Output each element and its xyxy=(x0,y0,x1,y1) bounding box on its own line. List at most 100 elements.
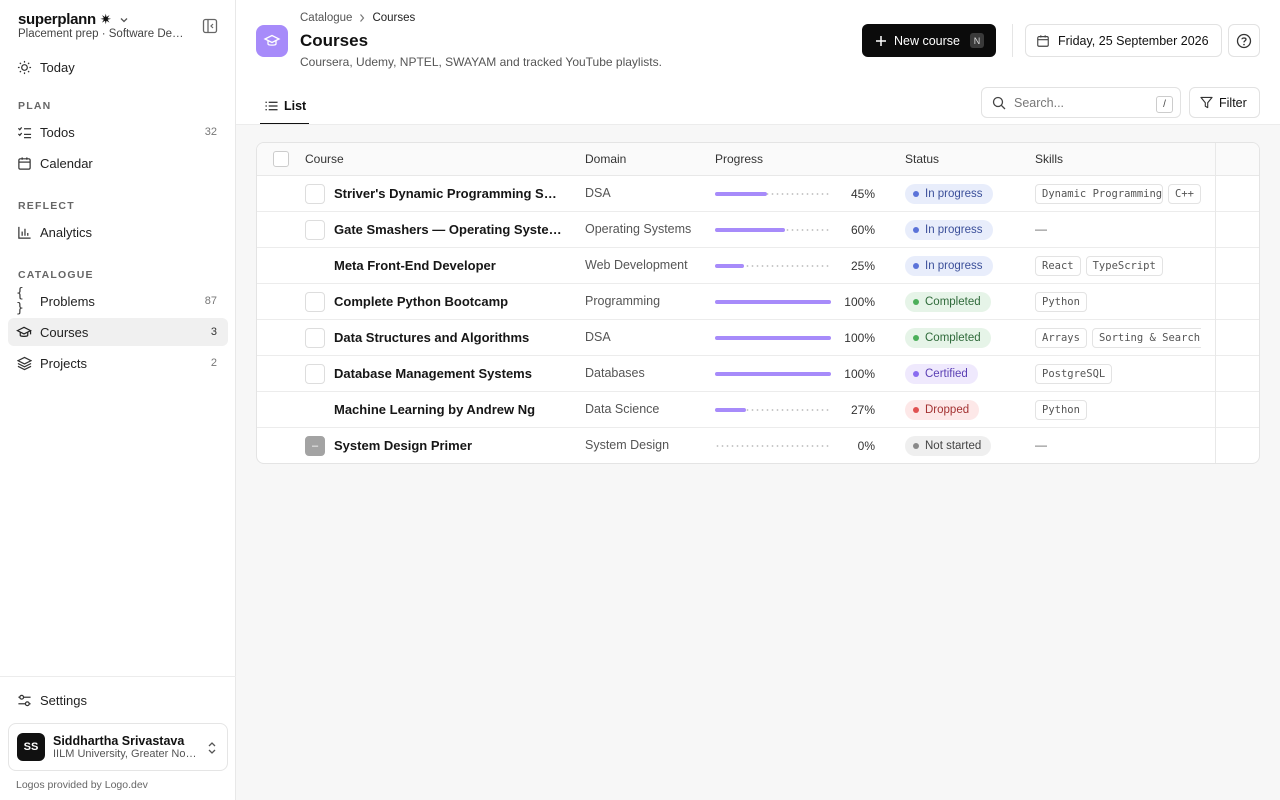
status-badge: In progress xyxy=(905,220,993,240)
progress-bar xyxy=(715,444,831,448)
table-row[interactable]: Data Structures and Algorithms DSA 100% Com… xyxy=(257,320,1259,356)
current-date: Friday, 25 September 2026 xyxy=(1058,33,1209,48)
status-label: In progress xyxy=(925,224,983,236)
skill-tag: Arrays xyxy=(1035,328,1087,348)
course-name[interactable]: Striver's Dynamic Programming Series xyxy=(334,186,562,201)
new-course-label: New course xyxy=(894,33,960,48)
graduation-cap-icon xyxy=(16,324,32,340)
progress-percent: 100% xyxy=(844,367,875,381)
sidebar-item-analytics[interactable]: Analytics xyxy=(8,218,228,246)
sidebar-item-courses[interactable]: Courses 3 xyxy=(8,318,228,346)
status-dot xyxy=(913,299,919,305)
count-badge: 32 xyxy=(204,126,217,138)
course-logo xyxy=(305,328,325,348)
sidebar: superplann ✷ Placement prep · Software D… xyxy=(0,0,236,800)
skills-list: ArraysSorting & Searching xyxy=(1035,328,1201,348)
skill-tag: Sorting & Searching xyxy=(1091,328,1201,348)
search-input[interactable] xyxy=(1014,95,1144,110)
status-label: In progress xyxy=(925,260,983,272)
sidebar-item-problems[interactable]: { } Problems 87 xyxy=(8,286,228,316)
status-badge: Completed xyxy=(905,292,991,312)
section-label-plan: PLAN xyxy=(18,100,52,112)
skills-list: React TypeScript xyxy=(1035,256,1201,276)
sidebar-item-label: Projects xyxy=(40,355,87,371)
breadcrumb-catalogue[interactable]: Catalogue xyxy=(300,12,352,24)
skill-tag: TypeScript xyxy=(1085,256,1163,276)
table-row[interactable]: Database Management Systems Databases 100%… xyxy=(257,356,1259,392)
filter-button[interactable]: Filter xyxy=(1189,87,1260,118)
calendar-icon xyxy=(1037,34,1049,47)
sidebar-item-calendar[interactable]: Calendar xyxy=(8,149,228,177)
user-org: IILM University, Greater Noida xyxy=(53,748,198,760)
bar-chart-icon xyxy=(16,224,32,240)
filter-label: Filter xyxy=(1219,95,1247,110)
progress-bar xyxy=(715,336,831,340)
status-dot xyxy=(913,335,919,341)
course-domain: Databases xyxy=(585,366,645,380)
status-dot xyxy=(913,443,919,449)
course-name[interactable]: Machine Learning by Andrew Ng xyxy=(334,402,562,417)
course-logo xyxy=(305,292,325,312)
sidebar-item-settings[interactable]: Settings xyxy=(8,686,228,714)
workspace-switcher[interactable]: superplann ✷ xyxy=(18,11,129,28)
layers-icon xyxy=(16,355,32,371)
table-row[interactable]: Machine Learning by Andrew Ng Data Scienc… xyxy=(257,392,1259,428)
section-label-catalogue: CATALOGUE xyxy=(18,269,94,281)
status-dot xyxy=(913,407,919,413)
progress-percent: 0% xyxy=(857,439,875,453)
table-row[interactable]: Striver's Dynamic Programming Series DSA 4… xyxy=(257,176,1259,212)
sidebar-item-label: Settings xyxy=(40,692,87,708)
user-menu[interactable]: SS Siddhartha Srivastava IILM University… xyxy=(8,723,228,771)
table-header: Course Domain Progress Status Skills xyxy=(257,143,1259,176)
progress-fill xyxy=(715,408,747,412)
status-label: Completed xyxy=(925,296,981,308)
brand-star-icon: ✷ xyxy=(99,11,112,27)
column-header-skills[interactable]: Skills xyxy=(1035,152,1063,166)
sidebar-divider xyxy=(0,676,236,677)
progress-bar xyxy=(715,228,831,232)
help-button[interactable] xyxy=(1228,24,1260,57)
table-row[interactable]: Complete Python Bootcamp Programming 100% C… xyxy=(257,284,1259,320)
table-row[interactable]: – System Design Primer System Design 0% Not … xyxy=(257,428,1259,463)
sidebar-collapse-icon[interactable] xyxy=(201,17,219,35)
status-badge: Certified xyxy=(905,364,978,384)
column-header-progress[interactable]: Progress xyxy=(715,152,763,166)
tab-list-view[interactable]: List xyxy=(260,88,309,125)
skill-tag: Python xyxy=(1035,400,1087,420)
course-domain: Web Development xyxy=(585,258,688,272)
course-domain: Operating Systems xyxy=(585,222,692,236)
status-label: In progress xyxy=(925,188,983,200)
select-all-checkbox[interactable] xyxy=(273,151,289,167)
course-logo xyxy=(305,400,325,420)
sidebar-item-projects[interactable]: Projects 2 xyxy=(8,349,228,377)
search-box[interactable]: / xyxy=(981,87,1181,118)
course-name[interactable]: System Design Primer xyxy=(334,438,562,453)
new-course-button[interactable]: New course N xyxy=(862,24,996,57)
course-name[interactable]: Complete Python Bootcamp xyxy=(334,294,562,309)
sidebar-item-today[interactable]: Today xyxy=(8,53,228,81)
settings-sliders-icon xyxy=(16,692,32,708)
progress-fill xyxy=(715,264,744,268)
logos-attribution: Logos provided by Logo.dev xyxy=(16,779,148,791)
status-badge: Completed xyxy=(905,328,991,348)
date-picker-button[interactable]: Friday, 25 September 2026 xyxy=(1025,24,1222,57)
sidebar-item-todos[interactable]: Todos 32 xyxy=(8,118,228,146)
status-badge: In progress xyxy=(905,256,993,276)
course-name[interactable]: Gate Smashers — Operating Systems xyxy=(334,222,562,237)
checklist-icon xyxy=(16,124,32,140)
course-name[interactable]: Database Management Systems xyxy=(334,366,562,381)
column-header-course[interactable]: Course xyxy=(305,152,344,166)
page-title: Courses xyxy=(300,31,369,50)
search-shortcut-hint: / xyxy=(1156,96,1173,113)
status-badge: Dropped xyxy=(905,400,980,420)
course-name[interactable]: Meta Front-End Developer xyxy=(334,258,562,273)
shortcut-hint: N xyxy=(970,33,984,48)
column-header-domain[interactable]: Domain xyxy=(585,152,626,166)
table-row[interactable]: Meta Front-End Developer Web Development 2… xyxy=(257,248,1259,284)
user-name: Siddhartha Srivastava xyxy=(53,734,185,748)
table-row[interactable]: Gate Smashers — Operating Systems Operati… xyxy=(257,212,1259,248)
skills-list: Dynamic Programming C++ xyxy=(1035,184,1201,204)
column-header-status[interactable]: Status xyxy=(905,152,939,166)
workspace-name: Placement prep · Software Development xyxy=(18,28,188,40)
course-name[interactable]: Data Structures and Algorithms xyxy=(334,330,562,345)
